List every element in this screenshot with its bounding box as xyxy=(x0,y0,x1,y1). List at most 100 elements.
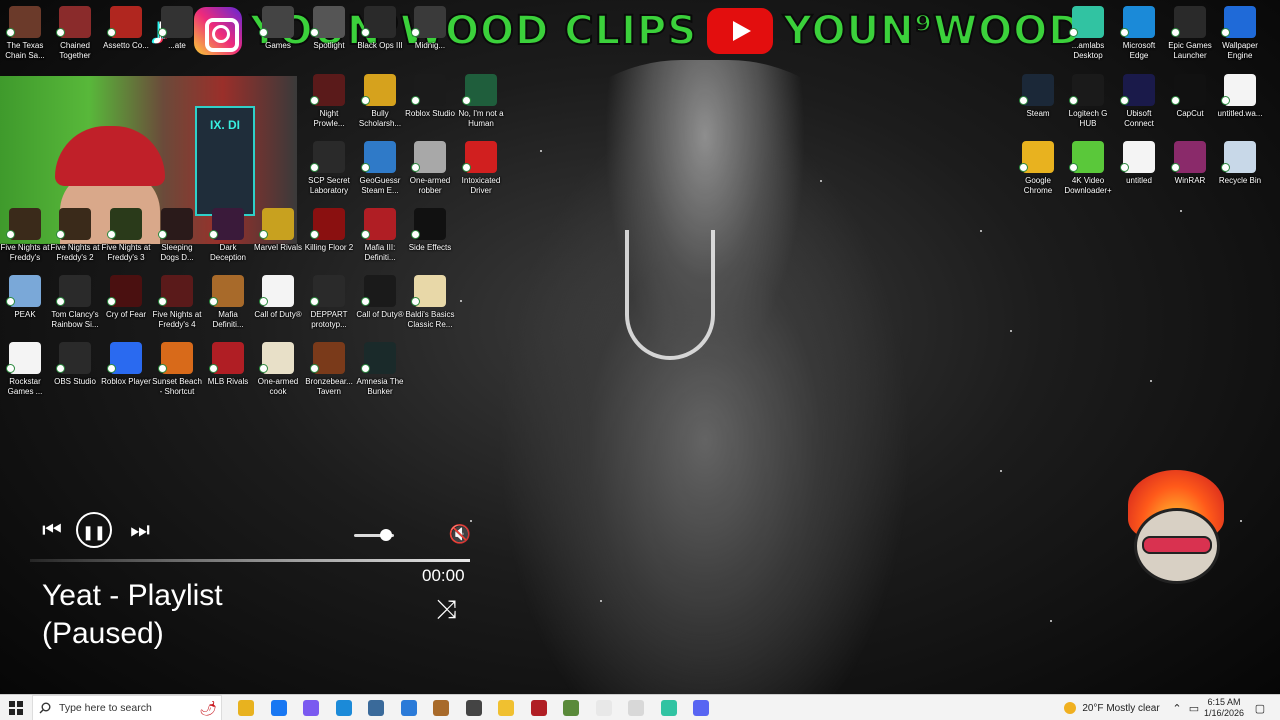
desktop-icon[interactable]: Baldi's Basics Classic Re... xyxy=(405,275,455,339)
desktop-icon[interactable]: Midnig... xyxy=(405,6,455,70)
taskbar-app-button[interactable] xyxy=(525,695,553,720)
desktop-icon[interactable]: One-armed robber xyxy=(405,141,455,205)
sync-check-icon xyxy=(411,230,420,239)
desktop-icon[interactable]: Epic Games Launcher xyxy=(1165,6,1215,70)
desktop-icon[interactable]: DEPPART prototyp... xyxy=(304,275,354,339)
notification-icon[interactable]: ▢ xyxy=(1250,695,1270,720)
start-button[interactable] xyxy=(0,695,32,720)
remote-desktop-icon xyxy=(400,700,417,716)
desktop-icon[interactable]: Recycle Bin xyxy=(1215,141,1265,205)
desktop-icon[interactable]: Mafia III: Definiti... xyxy=(355,208,405,272)
taskbar-app-button[interactable] xyxy=(395,695,423,720)
desktop-icon[interactable]: Five Nights at Freddy's 4 xyxy=(152,275,202,339)
desktop-icon[interactable]: Tom Clancy's Rainbow Si... xyxy=(50,275,100,339)
weather-text: 20°F Mostly clear xyxy=(1082,702,1160,714)
desktop-icon[interactable]: 4K Video Downloader+ xyxy=(1063,141,1113,205)
track-progress-bar[interactable] xyxy=(30,559,470,562)
desktop-icon[interactable]: Dark Deception xyxy=(203,208,253,272)
shuffle-icon[interactable]: ⤨ xyxy=(436,594,457,626)
desktop-icon[interactable]: Five Nights at Freddy's xyxy=(0,208,50,272)
desktop-icon[interactable]: One-armed cook xyxy=(253,342,303,406)
taskbar-app-button[interactable] xyxy=(232,695,260,720)
weather-widget[interactable]: 20°F Mostly clear xyxy=(1060,695,1164,720)
taskbar-clock[interactable]: 6:15 AM 1/16/2026 xyxy=(1202,695,1246,720)
desktop-icon[interactable]: Games xyxy=(253,6,303,70)
next-track-button[interactable]: ⏭ xyxy=(122,512,158,548)
desktop-icon[interactable]: Five Nights at Freddy's 3 xyxy=(101,208,151,272)
desktop-icon[interactable]: Killing Floor 2 xyxy=(304,208,354,272)
desktop-icon[interactable]: Cry of Fear xyxy=(101,275,151,339)
desktop-icon[interactable]: Call of Duty® xyxy=(253,275,303,339)
mute-icon[interactable]: 🔇 xyxy=(442,516,478,552)
taskbar-app-button[interactable] xyxy=(557,695,585,720)
desktop-icon[interactable]: Chained Together xyxy=(50,6,100,70)
desktop-icon[interactable]: No, I'm not a Human xyxy=(456,74,506,138)
desktop-icon[interactable]: Roblox Player xyxy=(101,342,151,406)
taskbar-app-button[interactable] xyxy=(460,695,488,720)
desktop-icon-label: WinRAR xyxy=(1174,176,1206,185)
taskbar-app-button[interactable] xyxy=(492,695,520,720)
desktop-icon[interactable]: PEAK xyxy=(0,275,50,339)
desktop-icon[interactable]: Google Chrome xyxy=(1013,141,1063,205)
desktop-icon[interactable]: ...ate xyxy=(152,6,202,70)
desktop-icon[interactable]: Wallpaper Engine xyxy=(1215,6,1265,70)
desktop-icon[interactable]: Logitech G HUB xyxy=(1063,74,1113,138)
desktop-icon[interactable]: WinRAR xyxy=(1165,141,1215,205)
desktop-icon[interactable]: Call of Duty® xyxy=(355,275,405,339)
desktop-icon[interactable]: untitled.wa... xyxy=(1215,74,1265,138)
volume-slider-knob[interactable] xyxy=(380,529,392,541)
desktop-icon[interactable]: Black Ops III xyxy=(355,6,405,70)
taskbar-app-button[interactable] xyxy=(622,695,650,720)
desktop-icon-label: CapCut xyxy=(1176,109,1204,118)
desktop-icon[interactable]: The Texas Chain Sa... xyxy=(0,6,50,70)
desktop-icon[interactable]: MLB Rivals xyxy=(203,342,253,406)
previous-track-button[interactable]: ⏮ xyxy=(34,512,70,548)
taskbar-app-button[interactable] xyxy=(265,695,293,720)
taskbar-app-button[interactable] xyxy=(297,695,325,720)
network-icon[interactable]: ▭ xyxy=(1186,695,1202,720)
desktop-icon[interactable]: Intoxicated Driver xyxy=(456,141,506,205)
desktop-icon[interactable]: Roblox Studio xyxy=(405,74,455,138)
desktop-icon[interactable]: SCP Secret Laboratory xyxy=(304,141,354,205)
desktop-icon[interactable]: Ubisoft Connect xyxy=(1114,74,1164,138)
taskbar-app-button[interactable] xyxy=(330,695,358,720)
desktop-icon[interactable]: Sunset Beach - Shortcut xyxy=(152,342,202,406)
desktop-icon[interactable]: OBS Studio xyxy=(50,342,100,406)
youtube-icon xyxy=(707,8,774,54)
desktop-icon[interactable]: Steam xyxy=(1013,74,1063,138)
desktop-icon[interactable]: Spotlight xyxy=(304,6,354,70)
desktop-icon[interactable]: Mafia Definiti... xyxy=(203,275,253,339)
desktop-icon[interactable]: Sleeping Dogs D... xyxy=(152,208,202,272)
sync-check-icon xyxy=(56,230,65,239)
desktop-icon-label: No, I'm not a Human xyxy=(458,109,504,128)
taskbar-app-button[interactable] xyxy=(655,695,683,720)
desktop-icon[interactable]: Microsoft Edge xyxy=(1114,6,1164,70)
wallpaper-star xyxy=(1000,470,1002,472)
chevron-up-icon[interactable]: ⌃ xyxy=(1170,695,1184,720)
pause-button[interactable]: ❚❚ xyxy=(76,512,112,548)
desktop-icon[interactable]: Assetto Co... xyxy=(101,6,151,70)
sync-check-icon xyxy=(411,163,420,172)
desktop-icon[interactable]: Rockstar Games ... xyxy=(0,342,50,406)
desktop-icon[interactable]: Marvel Rivals xyxy=(253,208,303,272)
streamlabs-icon xyxy=(660,700,677,716)
desktop-icon[interactable]: Bronzebear... Tavern xyxy=(304,342,354,406)
taskbar-search-box[interactable]: Type here to search 🌶 xyxy=(32,695,222,720)
desktop-icon-label: DEPPART prototyp... xyxy=(310,310,348,329)
taskbar-app-button[interactable] xyxy=(590,695,618,720)
desktop-icon[interactable]: Side Effects xyxy=(405,208,455,272)
desktop-icon[interactable]: Night Prowle... xyxy=(304,74,354,138)
taskbar-app-button[interactable] xyxy=(687,695,715,720)
desktop-icon[interactable]: Five Nights at Freddy's 2 xyxy=(50,208,100,272)
desktop-icon[interactable]: Bully Scholarsh... xyxy=(355,74,405,138)
desktop-icon[interactable]: untitled xyxy=(1114,141,1164,205)
playback-status: (Paused) xyxy=(42,617,164,650)
desktop-icon[interactable]: GeoGuessr Steam E... xyxy=(355,141,405,205)
sync-check-icon xyxy=(1120,163,1129,172)
desktop-icon-label: Bronzebear... Tavern xyxy=(305,377,353,396)
taskbar-app-button[interactable] xyxy=(427,695,455,720)
desktop-icon[interactable]: Amnesia The Bunker xyxy=(355,342,405,406)
taskbar-app-button[interactable] xyxy=(362,695,390,720)
desktop-icon[interactable]: CapCut xyxy=(1165,74,1215,138)
desktop-icon[interactable]: ...amlabs Desktop xyxy=(1063,6,1113,70)
